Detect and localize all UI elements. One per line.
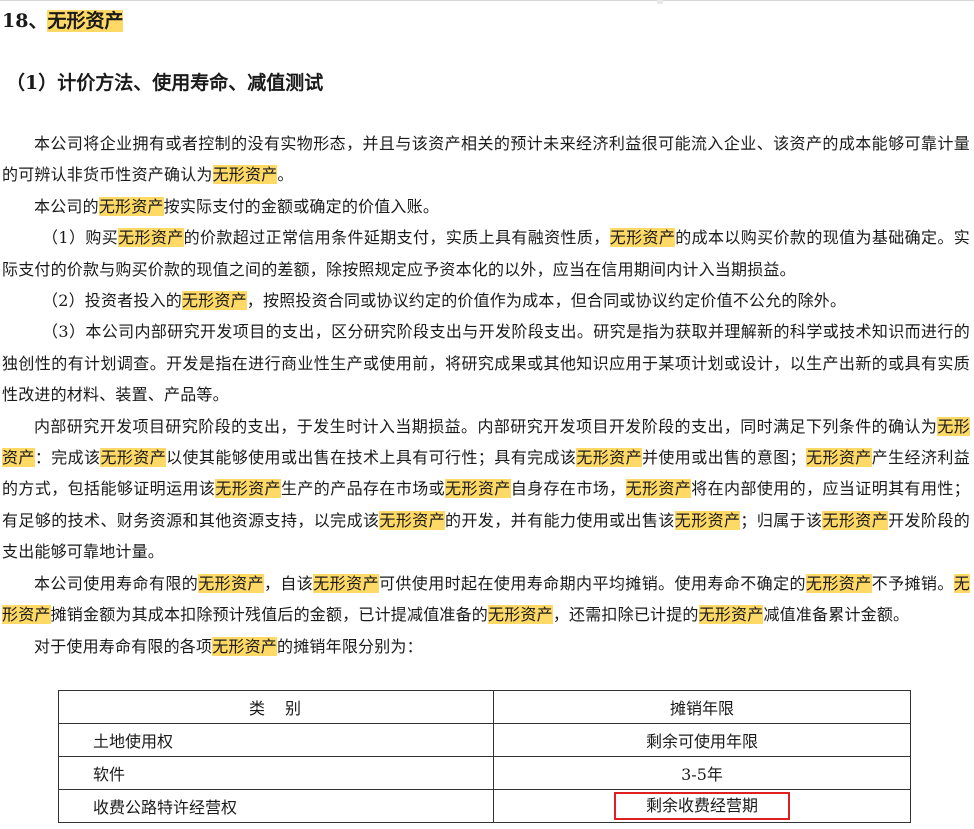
text-run: 生产的产品存在市场或 [280,479,446,499]
text-run: 本公司将企业拥有或者控制的没有实物形态，并且与该资产相关的预计未来经济利益很可能… [2,134,970,185]
text-run: 本公司的 [34,196,99,216]
text-run: 的价款超过正常信用条件延期支付，实质上具有融资性质， [183,228,610,248]
cell-period: 剩余可使用年限 [493,723,911,757]
section-heading: 18、无形资产 [2,8,124,34]
header-period: 摊销年限 [493,690,911,724]
text-run: 内部研究开发项目研究阶段的支出，于发生时计入当期损益。内部研究开发项目开发阶段的… [34,416,938,436]
text-run: ；归属于该 [740,510,823,530]
subsection-heading: （1）计价方法、使用寿命、减值测试 [6,72,324,94]
text-run: 以使其能够使用或出售在技术上具有可行性；具有完成该 [166,448,577,468]
keyword-highlight: 无形资产 [181,291,247,311]
table-row: 土地使用权 剩余可使用年限 [58,723,911,757]
keyword-highlight: 无形资产 [313,573,379,593]
section-number: 18、 [2,10,48,32]
text-run: 对于使用寿命有限的各项 [34,636,213,656]
section-title: 无形资产 [47,10,124,32]
keyword-highlight: 无形资产 [212,165,278,185]
keyword-highlight: 无形资产 [805,573,872,593]
text-run: 可供使用时起在使用寿命期内平均摊销。使用寿命不确定的 [378,573,806,593]
paragraph-investor-contribution: （2）投资者投入的无形资产，按照投资合同或协议约定的价值作为成本，但合同或协议约… [2,285,970,316]
paragraph-table-intro: 对于使用寿命有限的各项无形资产的摊销年限分别为： [2,631,970,662]
top-mark [657,0,663,4]
text-run: ，自该 [263,573,314,593]
cell-category: 软件 [58,756,494,790]
keyword-highlight: 无形资产 [698,605,764,625]
header-category: 类 别 [58,690,494,724]
keyword-highlight: 无形资产 [805,448,872,468]
keyword-highlight: 无形资产 [118,228,184,248]
keyword-highlight: 无形资产 [625,479,692,499]
keyword-highlight: 无形资产 [576,448,642,468]
annotation-box: 剩余收费经营期 [613,792,790,820]
cell-category: 收费公路特许经营权 [58,789,494,823]
keyword-highlight: 无形资产 [212,636,278,656]
text-run: （1）购买 [42,228,119,248]
text-run: 按实际支付的金额或确定的价值入账。 [163,196,440,216]
text-run: ：完成该 [34,448,101,468]
paragraph-purchase: （1）购买无形资产的价款超过正常信用条件延期支付，实质上具有融资性质，无形资产的… [2,222,970,285]
keyword-highlight: 无形资产 [379,510,446,530]
cell-category: 土地使用权 [58,723,494,757]
text-run: 并使用或出售的意图； [641,448,806,468]
top-border [0,0,974,1]
text-run: ，还需扣除已计提的 [552,605,699,625]
keyword-highlight: 无形资产 [609,228,676,248]
paragraph-development-conditions: 内部研究开发项目研究阶段的支出，于发生时计入当期损益。内部研究开发项目开发阶段的… [2,411,970,568]
keyword-highlight: 无形资产 [488,605,553,625]
table-row: 收费公路特许经营权 剩余收费经营期 [58,789,911,823]
amortization-table: 类 别 摊销年限 土地使用权 剩余可使用年限 软件 3-5年 收费公路特许经营权… [58,690,911,823]
paragraph-initial-measurement: 本公司的无形资产按实际支付的金额或确定的价值入账。 [2,191,970,222]
keyword-highlight: 无形资产 [215,479,281,499]
keyword-highlight: 无形资产 [100,448,167,468]
paragraph-internal-rd: （3）本公司内部研究开发项目的支出，区分研究阶段支出与开发阶段支出。研究是指为获… [2,322,970,405]
text-run: 摊销金额为其成本扣除预计残值后的金额，已计提减值准备的 [50,605,489,625]
text-run: 不予摊销。 [871,573,954,593]
paragraph-amortization: 本公司使用寿命有限的无形资产，自该无形资产可供使用时起在使用寿命期内平均摊销。使… [2,568,970,631]
text-run: ，按照投资合同或协议约定的价值作为成本，但合同或协议约定价值不公允的除外。 [246,291,847,311]
document-body: 本公司将企业拥有或者控制的没有实物形态，并且与该资产相关的预计未来经济利益很可能… [2,128,970,662]
cell-period: 3-5年 [493,756,911,790]
table-row: 软件 3-5年 [58,756,911,790]
text-run: 的开发，并有能力使用或出售该 [445,510,675,530]
text-run: （2）投资者投入的 [42,291,182,311]
keyword-highlight: 无形资产 [822,510,889,530]
text-run: 本公司使用寿命有限的 [34,573,199,593]
paragraph-definition: 本公司将企业拥有或者控制的没有实物形态，并且与该资产相关的预计未来经济利益很可能… [2,128,970,191]
keyword-highlight: 无形资产 [445,479,511,499]
text-run: 。 [277,165,294,185]
keyword-highlight: 无形资产 [198,573,264,593]
keyword-highlight: 无形资产 [674,510,741,530]
keyword-highlight: 无形资产 [98,196,164,216]
cell-period: 剩余收费经营期 [493,789,911,823]
text-run: 的摊销年限分别为： [277,636,423,656]
table-header-row: 类 别 摊销年限 [58,690,911,724]
text-run: 减值准备累计金额。 [763,605,910,625]
text-run: 自身存在市场， [510,479,626,499]
